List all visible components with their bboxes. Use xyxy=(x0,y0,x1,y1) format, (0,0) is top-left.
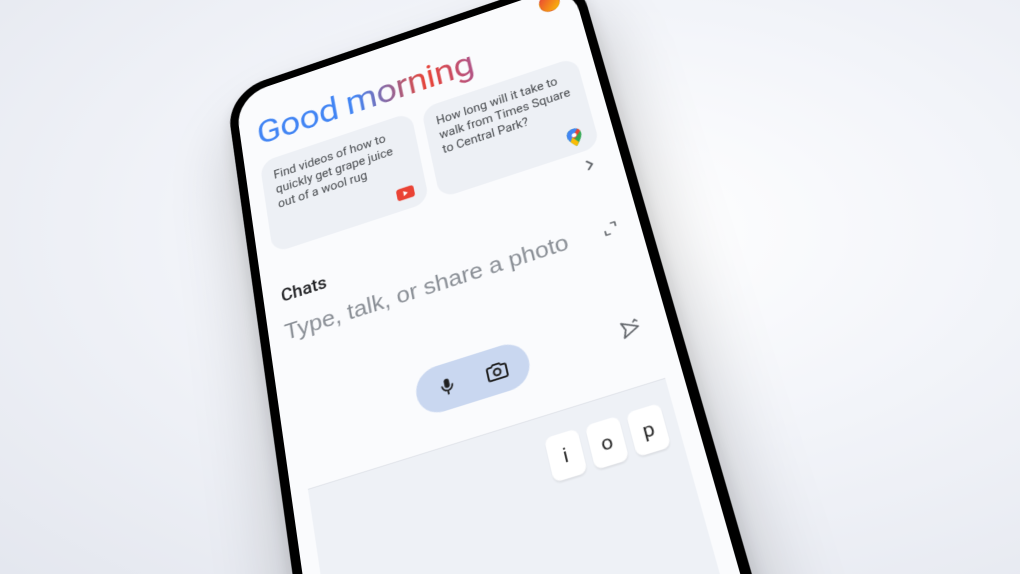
send-icon[interactable] xyxy=(616,314,645,343)
maps-icon xyxy=(564,127,586,148)
mic-button[interactable] xyxy=(435,373,460,399)
key[interactable]: i xyxy=(544,428,588,482)
chevron-right-icon[interactable] xyxy=(579,154,601,176)
action-pill xyxy=(412,338,534,418)
camera-button[interactable] xyxy=(484,357,511,384)
key[interactable]: o xyxy=(585,416,630,470)
youtube-icon xyxy=(395,182,415,203)
expand-icon[interactable] xyxy=(595,214,625,243)
